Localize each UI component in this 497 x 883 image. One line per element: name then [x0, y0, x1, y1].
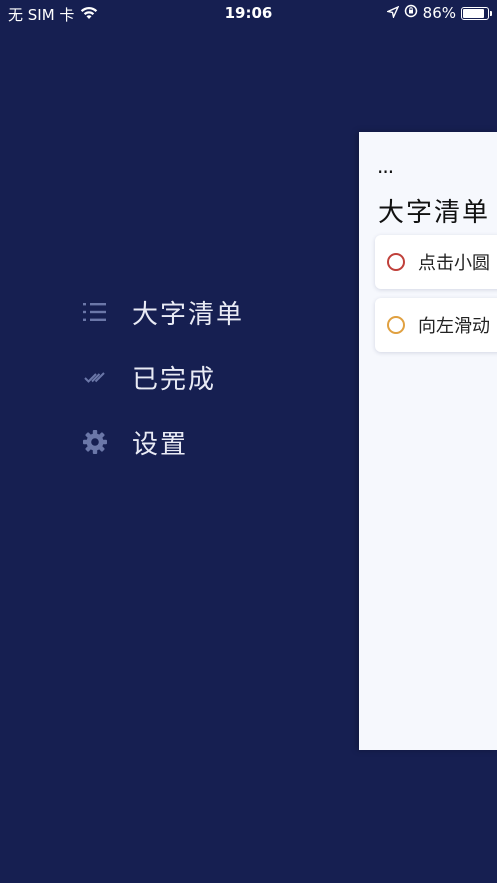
location-arrow-icon: [385, 4, 400, 22]
menu-label: 大字清单: [132, 299, 245, 330]
task-text: 点击小圆: [418, 253, 490, 274]
task-item[interactable]: 向左滑动: [375, 298, 497, 352]
panel-title: 大字清单: [378, 198, 491, 228]
status-bar: 无 SIM 卡 19:06 86%: [0, 0, 497, 26]
task-complete-circle[interactable]: [387, 316, 405, 334]
task-complete-circle[interactable]: [387, 253, 405, 271]
list-icon: [82, 299, 108, 325]
menu-item-list[interactable]: 大字清单: [82, 288, 244, 336]
battery-fill: [463, 8, 484, 18]
status-right: 86%: [385, 4, 492, 22]
gear-icon: [82, 429, 108, 455]
menu-label: 设置: [132, 429, 189, 460]
battery-percent: 86%: [422, 4, 456, 22]
side-menu: 大字清单 已完成 设置: [82, 288, 244, 483]
battery-icon: [461, 6, 492, 20]
list-panel[interactable]: ... 大字清单 点击小圆 向左滑动: [359, 132, 497, 750]
menu-item-settings[interactable]: 设置: [82, 418, 244, 466]
more-button[interactable]: ...: [377, 156, 394, 176]
menu-item-completed[interactable]: 已完成: [82, 353, 244, 401]
orientation-lock-icon: [404, 4, 418, 22]
task-text: 向左滑动: [418, 316, 490, 337]
task-item[interactable]: 点击小圆: [375, 235, 497, 289]
menu-label: 已完成: [132, 364, 217, 395]
double-check-icon: [82, 364, 108, 390]
